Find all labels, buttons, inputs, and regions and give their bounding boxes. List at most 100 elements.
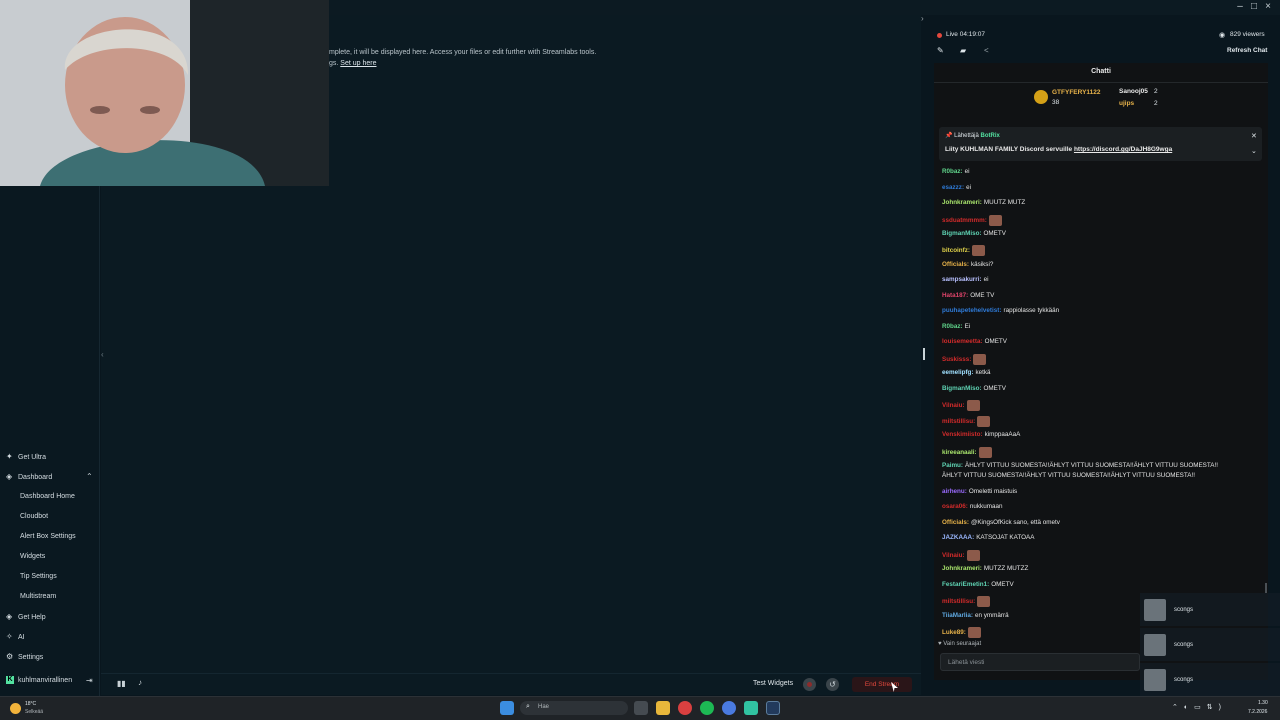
collapse-chat-icon[interactable]: › [921, 14, 924, 23]
chat-username[interactable]: Vilnaiu: [942, 402, 965, 410]
pinned-message[interactable]: 📌 Lähettäjä BotRix Liity KUHLMAN FAMILY … [939, 127, 1262, 161]
chrome-icon[interactable] [722, 701, 736, 715]
chat-message: Vilnaiu: [942, 400, 980, 411]
chat-scrollbar[interactable] [1265, 583, 1267, 593]
chat-message: Vilnaiu: [942, 550, 980, 561]
chat-username[interactable]: airhenu: [942, 488, 967, 496]
browser-icon[interactable] [678, 701, 692, 715]
chat-username[interactable]: R0baz: [942, 323, 963, 331]
chat-text: Omeletti maistuis [968, 488, 1018, 495]
chat-text: OMETV [983, 230, 1006, 237]
stats-icon[interactable]: ▮▮ [117, 679, 126, 688]
chat-username[interactable]: louisemeetta: [942, 338, 983, 346]
chat-message: Venskimiisto: kimppaaAaA [942, 431, 1020, 439]
file-explorer-icon[interactable] [656, 701, 670, 715]
refresh-chat-button[interactable]: Refresh Chat [1227, 47, 1267, 54]
replay-button[interactable]: ↺ [826, 678, 839, 691]
minimize-button[interactable]: – [1233, 1, 1247, 13]
chat-username[interactable]: BigmanMiso: [942, 230, 982, 238]
chat-username[interactable]: miltstillisu: [942, 598, 975, 606]
nav-ai[interactable]: ✧ AI [6, 633, 25, 641]
record-button[interactable] [803, 678, 816, 691]
chat-message: louisemeetta: OMETV [942, 338, 1007, 346]
test-widgets-button[interactable]: Test Widgets [753, 680, 793, 687]
nav-dashboard[interactable]: ◈ Dashboard [6, 473, 52, 481]
nav-alert-box-settings[interactable]: Alert Box Settings [20, 533, 76, 540]
chat-message: Johnkrameri: MUUTZ MUTZ [942, 199, 1025, 207]
weather-icon[interactable] [10, 703, 21, 714]
chat-username[interactable]: sampsakurri: [942, 276, 982, 284]
chat-text: rappiolasse tykkään [1003, 307, 1060, 314]
taskbar-search-text: Hae [538, 704, 550, 710]
nav-widgets[interactable]: Widgets [20, 553, 45, 560]
logout-icon[interactable]: ⇥ [86, 676, 93, 685]
pinned-text: Liity KUHLMAN FAMILY Discord servuille h… [945, 146, 1172, 153]
unpin-icon[interactable]: ✕ [1251, 132, 1257, 140]
chat-username[interactable]: R0baz: [942, 168, 963, 176]
emote-icon [988, 215, 1002, 226]
chat-username[interactable]: eemelipfg: [942, 369, 974, 377]
chat-message: miltstillisu: [942, 416, 991, 427]
chat-username[interactable]: TiiaMarlia: [942, 612, 973, 620]
nav-get-ultra[interactable]: ✦ Get Ultra [6, 453, 46, 461]
nav-multistream[interactable]: Multistream [20, 593, 56, 600]
system-tray[interactable]: ⌃◐▭⇅) [1172, 703, 1227, 711]
chat-username[interactable]: bitcoinfz: [942, 247, 970, 255]
windows-start-icon[interactable] [500, 701, 514, 715]
emote-icon [977, 416, 991, 427]
chat-username[interactable]: Johnkrameri: [942, 565, 982, 573]
nav-settings[interactable]: ⚙ Settings [6, 653, 43, 661]
edit-icon[interactable]: ✎ [937, 46, 944, 55]
chat-message: Officials: @KingsOfKick sano, että ometv [942, 519, 1060, 527]
taskbar-search[interactable]: ⌕ Hae [520, 701, 628, 715]
expand-pinned-icon[interactable]: ⌄ [1251, 147, 1257, 155]
empty-state-text: mplete, it will be displayed here. Acces… [329, 49, 597, 56]
chevron-up-icon[interactable]: ⌃ [86, 472, 93, 481]
chat-username[interactable]: Hata187: [942, 292, 968, 300]
chat-drawer-toggle-icon[interactable] [923, 348, 925, 360]
chat-username[interactable]: osara06: [942, 503, 968, 511]
chat-username[interactable]: Luke89: [942, 629, 966, 637]
chat-text: ÄHLYT VITTUU SUOMESTA!!ÄHLYT VITTUU SUOM… [942, 472, 1195, 479]
chat-username[interactable]: Venskimiisto: [942, 431, 983, 439]
end-stream-button[interactable]: End Stream [852, 677, 912, 692]
bot-name: BotRix [980, 133, 1000, 139]
chat-username[interactable]: kireeanaali: [942, 449, 977, 457]
chat-username[interactable]: puuhapetehelvetist: [942, 307, 1001, 315]
chat-username[interactable]: ssduatmmmm: [942, 217, 987, 225]
streamlabs-icon[interactable] [744, 701, 758, 715]
account-item[interactable]: Kkuhlmanvirallinen [6, 676, 72, 684]
left-drawer-toggle-icon[interactable]: ‹ [101, 350, 104, 359]
nav-get-help[interactable]: ◈ Get Help [6, 613, 46, 621]
setup-link[interactable]: Set up here [340, 60, 376, 67]
popout-icon[interactable]: ▰ [960, 46, 966, 55]
chat-username[interactable]: FestariEmetin1: [942, 581, 989, 589]
pinned-link[interactable]: https://discord.gg/DaJH8G9wga [1074, 146, 1172, 153]
chat-input[interactable]: Lähetä viesti [940, 653, 1140, 671]
chat-username[interactable]: miltstillisu: [942, 418, 975, 426]
chat-username[interactable]: Suskisss: [942, 356, 971, 364]
chat-username[interactable]: Johnkrameri: [942, 199, 982, 207]
nav-cloudbot[interactable]: Cloudbot [20, 513, 48, 520]
spotify-icon[interactable] [700, 701, 714, 715]
maximize-button[interactable]: □ [1247, 1, 1261, 13]
chat-username[interactable]: Officials: [942, 519, 969, 527]
chat-username[interactable]: Officials: [942, 261, 969, 269]
close-button[interactable]: × [1261, 1, 1275, 13]
chat-username[interactable]: Vilnaiu: [942, 552, 965, 560]
webcam-overlay [0, 0, 329, 186]
live-timer: Live 04:19:07 [946, 31, 986, 38]
nav-tip-settings[interactable]: Tip Settings [20, 573, 57, 580]
steam-icon[interactable] [766, 701, 780, 715]
chat-username[interactable]: BigmanMiso: [942, 385, 982, 393]
chat-username[interactable]: JAZKAAA: [942, 534, 974, 542]
notifications-icon[interactable]: ♪ [138, 678, 142, 687]
chat-username[interactable]: Paimu: [942, 462, 963, 470]
weather-temp: 18°C [25, 701, 37, 707]
task-view-icon[interactable] [634, 701, 648, 715]
chat-text: ei [964, 168, 970, 175]
chat-username[interactable]: esazzz: [942, 184, 964, 192]
share-icon[interactable]: < [984, 46, 989, 55]
ai-icon: ✧ [6, 632, 13, 641]
nav-dashboard-home[interactable]: Dashboard Home [20, 493, 75, 500]
